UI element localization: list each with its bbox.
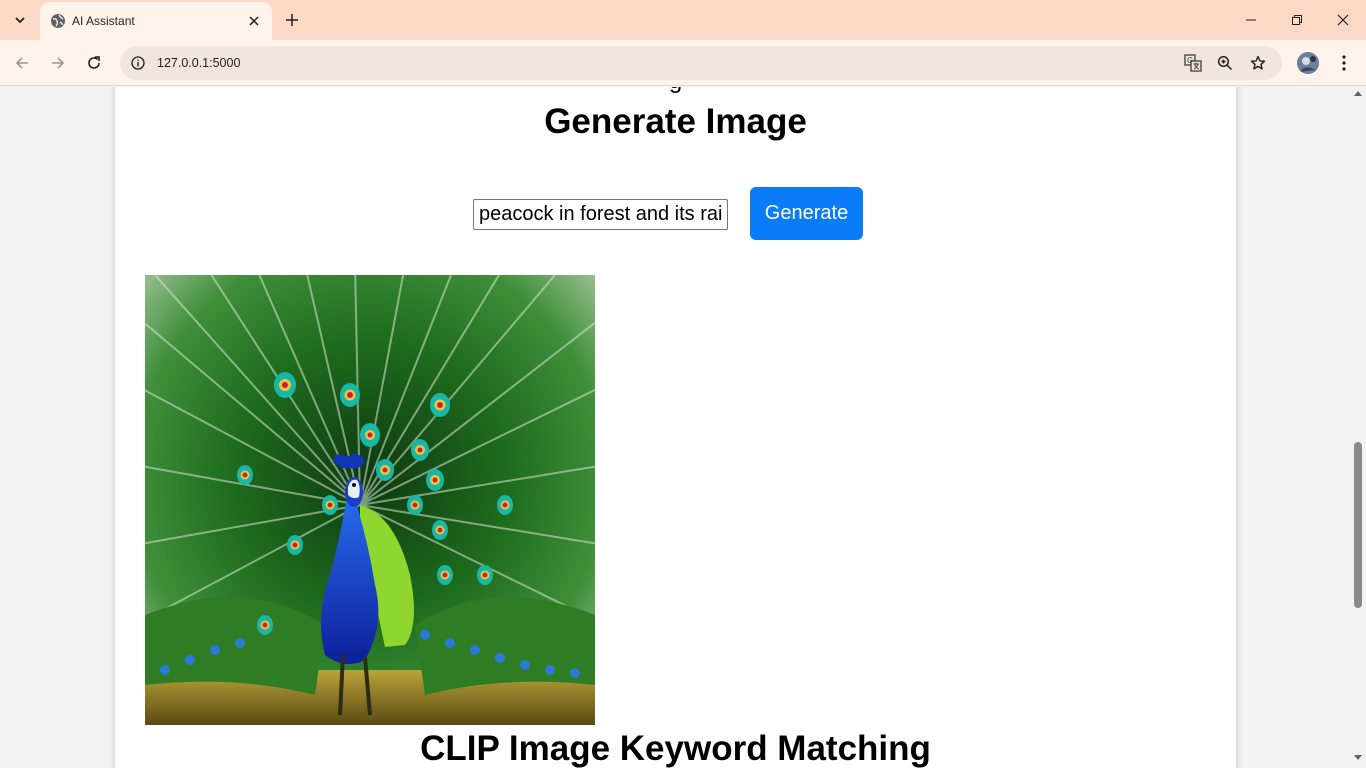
translate-button[interactable]: G (1183, 53, 1203, 73)
restore-button[interactable] (1274, 0, 1320, 40)
reload-button[interactable] (82, 51, 106, 75)
bookmark-button[interactable] (1248, 53, 1268, 73)
zoom-button[interactable] (1215, 53, 1235, 73)
reload-icon (88, 56, 100, 69)
scroll-down-arrow-icon[interactable] (1354, 755, 1362, 760)
scroll-thumb[interactable] (1354, 442, 1362, 608)
close-icon (1337, 14, 1349, 26)
browser-toolbar: 127.0.0.1:5000 G (0, 40, 1366, 86)
zoom-icon (1217, 55, 1233, 71)
back-button[interactable] (10, 51, 34, 75)
close-icon (249, 16, 259, 26)
forward-button[interactable] (46, 51, 70, 75)
tab-strip: AI Assistant (0, 0, 1366, 40)
content-card: g Generate Image Generate (115, 87, 1236, 768)
next-section-title: CLIP Image Keyword Matching (420, 729, 931, 768)
tab-search-button[interactable] (6, 6, 34, 34)
browser-tab[interactable]: AI Assistant (40, 2, 272, 40)
page-viewport: g Generate Image Generate (0, 87, 1366, 768)
browser-menu-button[interactable] (1336, 52, 1352, 74)
info-icon (131, 56, 145, 70)
star-icon (1250, 55, 1266, 70)
generate-image-title: Generate Image (544, 102, 807, 141)
restore-icon (1292, 15, 1302, 25)
close-window-button[interactable] (1320, 0, 1366, 40)
globe-icon (51, 14, 65, 28)
avatar[interactable] (1297, 52, 1319, 74)
tab-close-button[interactable] (244, 11, 264, 31)
previous-section-fragment: g (115, 87, 1236, 95)
arrow-right-icon (52, 57, 65, 69)
kebab-menu-icon (1342, 55, 1346, 71)
address-bar[interactable]: 127.0.0.1:5000 G (120, 46, 1282, 80)
url-text[interactable]: 127.0.0.1:5000 (157, 56, 240, 70)
generated-image (145, 275, 595, 725)
peacock-image (145, 275, 595, 725)
chevron-down-icon (15, 17, 25, 24)
page-scrollbar[interactable] (1350, 87, 1366, 768)
prompt-input[interactable] (473, 199, 728, 230)
plus-icon (286, 14, 298, 26)
new-tab-button[interactable] (282, 10, 302, 30)
site-info-button[interactable] (128, 53, 148, 73)
scroll-up-arrow-icon[interactable] (1354, 91, 1362, 96)
translate-icon: G (1184, 54, 1202, 72)
minimize-icon (1246, 19, 1256, 21)
tab-title: AI Assistant (72, 14, 135, 28)
profile-avatar-icon (1297, 52, 1319, 74)
generate-button[interactable]: Generate (750, 187, 863, 240)
minimize-button[interactable] (1228, 0, 1274, 40)
arrow-left-icon (15, 57, 28, 69)
